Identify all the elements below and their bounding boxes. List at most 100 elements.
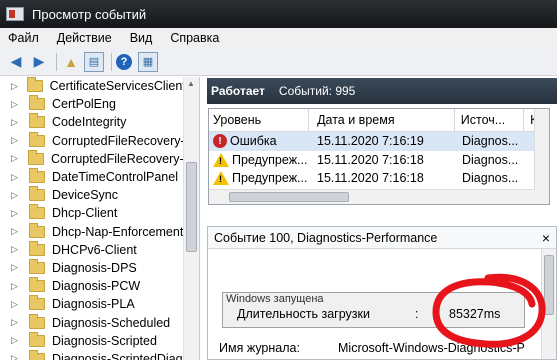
datetime-cell: 15.11.2020 7:16:18 <box>317 152 424 167</box>
tree-item[interactable]: ▷ CertificateServicesClient-C <box>0 77 199 95</box>
menu-view[interactable]: Вид <box>130 31 153 45</box>
up-folder-icon[interactable]: ▲ <box>61 52 81 72</box>
expand-arrow-icon[interactable]: ▷ <box>11 99 23 110</box>
tree-item[interactable]: ▷ Diagnosis-DPS <box>0 258 199 277</box>
warning-icon: ! <box>213 171 229 186</box>
tree-item[interactable]: ▷ DHCPv6-Client <box>0 240 199 259</box>
folder-icon <box>29 131 45 147</box>
tree-item[interactable]: ▷ CertPolEng <box>0 95 199 113</box>
tree-item[interactable]: ▷ Dhcp-Nap-Enforcement-C <box>0 222 199 241</box>
table-hscrollbar[interactable] <box>209 189 535 204</box>
expand-arrow-icon[interactable]: ▷ <box>11 208 23 219</box>
expand-arrow-icon[interactable]: ▷ <box>11 190 23 201</box>
expand-arrow-icon[interactable]: ▷ <box>11 172 23 183</box>
tree-item[interactable]: ▷ CorruptedFileRecovery-Cl <box>0 131 199 150</box>
table-header: Уровень Дата и время Источ... К <box>209 109 549 132</box>
level-cell: ! Предупреж... <box>209 152 309 167</box>
folder-icon <box>29 349 45 360</box>
source-cell: Diagnos... <box>462 152 519 167</box>
tree-item-label: Diagnosis-Scripted <box>52 333 157 348</box>
tree-item[interactable]: ▷ Diagnosis-PCW <box>0 277 199 295</box>
scroll-up-icon[interactable]: ▲ <box>187 79 195 88</box>
folder-icon <box>29 313 45 329</box>
menu-file[interactable]: Файл <box>8 31 39 45</box>
expand-arrow-icon[interactable]: ▷ <box>11 299 23 310</box>
expand-arrow-icon[interactable]: ▷ <box>11 226 23 237</box>
folder-icon <box>29 331 45 347</box>
expand-arrow-icon[interactable]: ▷ <box>11 81 21 92</box>
toolbar: ◀ ▶ ▲ ▤ ? ▦ <box>0 48 557 76</box>
datetime-cell: 15.11.2020 7:16:18 <box>317 171 424 186</box>
log-name-label: Имя журнала: <box>219 341 300 355</box>
tree-item[interactable]: ▷ DeviceSync <box>0 186 199 204</box>
expand-arrow-icon[interactable]: ▷ <box>11 135 23 146</box>
tree-item[interactable]: ▷ Diagnosis-Scheduled <box>0 313 199 331</box>
tree-item[interactable]: ▷ CodeIntegrity <box>0 113 199 131</box>
tree-item-label: Diagnosis-PCW <box>52 279 141 294</box>
expand-arrow-icon[interactable]: ▷ <box>11 117 23 128</box>
column-source[interactable]: Источ... <box>455 109 525 131</box>
expand-arrow-icon[interactable]: ▷ <box>11 153 22 164</box>
column-datetime[interactable]: Дата и время <box>309 109 455 131</box>
table-row[interactable]: ! Предупреж... 15.11.2020 7:16:18 Diagnos..… <box>209 169 549 188</box>
tree-item[interactable]: ▷ Dhcp-Client <box>0 204 199 222</box>
tree-scroll-thumb[interactable] <box>186 162 197 252</box>
folder-icon <box>29 168 45 184</box>
window-title: Просмотр событий <box>32 6 147 22</box>
event-count: Событий: 995 <box>278 84 356 98</box>
tree-item[interactable]: ▷ Diagnosis-PLA <box>0 295 199 313</box>
tree-item-label: DateTimeControlPanel <box>52 170 178 185</box>
tree-item-label: CertificateServicesClient-C <box>49 79 199 94</box>
menu-help[interactable]: Справка <box>170 31 219 45</box>
tree-item-label: CertPolEng <box>52 97 116 112</box>
show-hide-tree-icon[interactable]: ▤ <box>84 51 104 72</box>
table-scrollbar[interactable] <box>534 109 549 204</box>
expand-arrow-icon[interactable]: ▷ <box>11 281 23 292</box>
properties-icon[interactable]: ▦ <box>138 51 158 72</box>
folder-icon <box>29 204 45 220</box>
tree-item[interactable]: ▷ DateTimeControlPanel <box>0 168 199 186</box>
toolbar-separator <box>56 52 57 71</box>
tree-item-label: Diagnosis-DPS <box>52 260 137 275</box>
forward-arrow-icon[interactable]: ▶ <box>29 52 49 72</box>
tree-item-label: Dhcp-Client <box>52 206 118 221</box>
expand-arrow-icon[interactable]: ▷ <box>11 317 23 328</box>
level-cell: !Ошибка <box>209 134 309 149</box>
title-bar: Просмотр событий <box>0 0 557 28</box>
column-level[interactable]: Уровень <box>209 109 310 131</box>
menu-action[interactable]: Действие <box>57 31 112 45</box>
expand-arrow-icon[interactable]: ▷ <box>11 353 23 360</box>
tree-item-label: Diagnosis-Scheduled <box>52 315 171 330</box>
tree-item[interactable]: ▷ Diagnosis-Scripted <box>0 331 199 350</box>
back-arrow-icon[interactable]: ◀ <box>6 52 26 72</box>
red-highlight-circle <box>432 273 546 348</box>
expand-arrow-icon[interactable]: ▷ <box>11 335 23 346</box>
level-text: Ошибка <box>230 134 277 149</box>
tree-item[interactable]: ▷ CorruptedFileRecovery-Se <box>0 149 199 168</box>
tree-scrollbar[interactable]: ▲ <box>183 77 199 360</box>
menu-bar: Файл Действие Вид Справка <box>0 28 557 48</box>
folder-icon <box>29 222 45 238</box>
events-table: Уровень Дата и время Источ... К !Ошибка1… <box>208 108 550 205</box>
level-text: Предупреж... <box>232 152 308 167</box>
expand-arrow-icon[interactable]: ▷ <box>11 244 23 255</box>
event-viewer-app-icon <box>6 7 24 21</box>
tree-item-label: Diagnosis-ScriptedDiagno <box>52 351 197 360</box>
warning-icon: ! <box>213 152 229 167</box>
expand-arrow-icon[interactable]: ▷ <box>11 262 23 273</box>
datetime-cell: 15.11.2020 7:16:19 <box>317 134 424 149</box>
table-row[interactable]: ! Предупреж... 15.11.2020 7:16:18 Diagnos..… <box>209 151 549 170</box>
folder-icon <box>28 149 45 165</box>
windows-started-text: Windows запущена <box>226 293 324 305</box>
table-row[interactable]: ! Ошибка 15.11.2020 7:16:19 Diagnos... <box>209 132 549 151</box>
table-hscroll-thumb[interactable] <box>229 192 349 202</box>
log-status: Работает <box>211 84 265 98</box>
folder-icon <box>29 113 45 129</box>
folder-icon <box>29 258 45 274</box>
folder-icon <box>29 95 45 111</box>
tree-item-label: Dhcp-Nap-Enforcement-C <box>52 224 197 239</box>
close-icon[interactable]: × <box>542 230 550 246</box>
tree-item-label: Diagnosis-PLA <box>52 297 135 312</box>
tree-item[interactable]: ▷ Diagnosis-ScriptedDiagno <box>0 349 199 360</box>
help-icon[interactable]: ? <box>116 53 132 70</box>
